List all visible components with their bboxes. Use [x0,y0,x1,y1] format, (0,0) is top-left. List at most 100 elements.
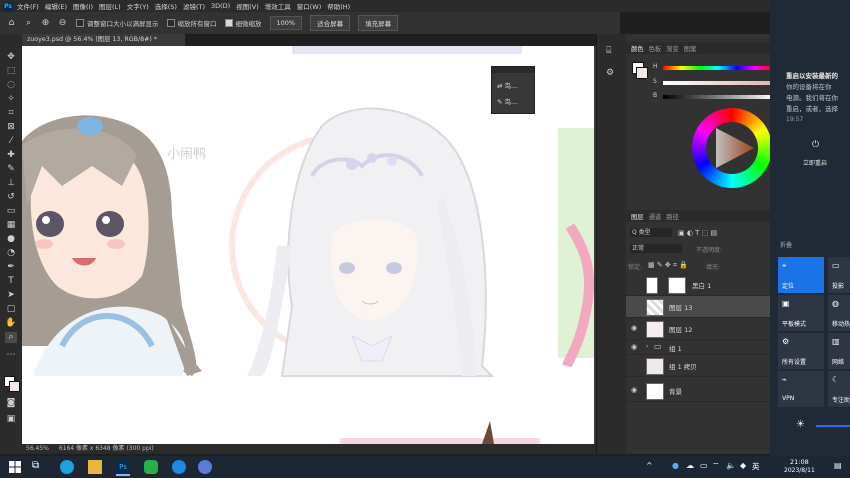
menu-type[interactable]: 文字(Y) [127,1,149,11]
wifi-icon[interactable]: ⌔ [712,461,720,471]
brightness-slider[interactable] [816,425,850,427]
layer-row[interactable]: 黑白 1 [626,274,770,296]
menu-file[interactable]: 文件(F) [17,1,39,11]
eyedropper-tool-icon[interactable]: ⁄ [5,136,17,147]
clock-time[interactable]: 21:08 [790,458,809,466]
edge-browser-icon[interactable] [60,460,74,474]
zoom-tool-icon[interactable]: ⌕ [5,332,17,343]
visibility-eye-icon[interactable]: ◉ [631,343,637,351]
quick-action-hotspot[interactable]: ◍ 移动热 [828,295,850,331]
home-icon[interactable]: ⌂ [6,18,17,29]
document-tab[interactable]: zuoye3.psd @ 56.4% (图层 13, RGB/8#) * [22,34,185,46]
menu-image[interactable]: 图像(I) [73,1,93,11]
screen-mode-icon[interactable]: ▣ [5,414,17,425]
lasso-tool-icon[interactable]: ◌ [5,80,17,91]
quick-action-vpn[interactable]: ⌁ VPN [778,371,824,407]
quick-action-location[interactable]: ⌖ 定位 [778,257,824,293]
tab-layers[interactable]: 图层 [631,212,644,221]
saturation-slider[interactable] [663,81,773,85]
hand-tool-icon[interactable]: ✋ [5,318,17,329]
magic-wand-tool-icon[interactable]: ✧ [5,94,17,105]
menu-help[interactable]: 帮助(H) [327,1,350,11]
quick-action-project[interactable]: ▭ 投影 [828,257,850,293]
cloud-icon[interactable]: ☁ [686,461,694,470]
gradient-tool-icon[interactable]: ▦ [5,220,17,231]
layer-row[interactable]: ◉ 图层 12 [626,318,770,340]
photoshop-logo-icon[interactable]: Ps [3,1,13,11]
power-icon[interactable]: ⏻ [812,140,819,150]
zoom-in-icon[interactable]: ⊕ [40,18,51,29]
menu-plugins[interactable]: 增效工具 [265,1,291,11]
dodge-tool-icon[interactable]: ◔ [5,248,17,259]
visibility-eye-icon[interactable]: ◉ [631,324,637,332]
task-view-icon[interactable]: ⧉ [32,460,46,474]
layer-kind-filter[interactable]: Q 类型 [630,228,672,237]
brightness-slider[interactable] [663,95,773,99]
layer-row-selected[interactable]: 图层 13 [626,296,770,318]
zoom-out-icon[interactable]: ⊖ [57,18,68,29]
color-triangle[interactable] [706,122,758,174]
tab-color[interactable]: 颜色 [631,44,644,53]
quick-mask-icon[interactable]: ◙ [5,398,17,409]
pen-tool-icon[interactable]: ✒ [5,262,17,273]
chevron-up-icon[interactable]: ^ [646,461,653,470]
browser-app-icon[interactable] [198,460,212,474]
file-explorer-icon[interactable] [88,460,102,474]
menu-select[interactable]: 选择(S) [155,1,177,11]
blur-tool-icon[interactable]: ● [5,234,17,245]
crop-tool-icon[interactable]: ⌗ [5,108,17,119]
menu-layer[interactable]: 图层(L) [99,1,121,11]
zoom-100-button[interactable]: 100% [269,16,303,30]
menu-filter[interactable]: 滤镜(T) [183,1,205,11]
chevron-right-icon[interactable]: › [646,343,648,350]
scrubby-zoom-checkbox[interactable]: 细微缩放 [224,18,262,28]
history-panel-icon[interactable]: ⌸ [606,46,611,56]
tray-icon[interactable]: ◆ [740,461,746,470]
eraser-tool-icon[interactable]: ▭ [5,206,17,217]
history-brush-tool-icon[interactable]: ↺ [5,192,17,203]
quick-action-settings[interactable]: ⚙ 所有设置 [778,333,824,369]
wechat-icon[interactable] [144,460,158,474]
volume-icon[interactable]: 🔈 [726,461,736,470]
marquee-tool-icon[interactable]: ⬚ [5,66,17,77]
layer-group-row[interactable]: 组 1 拷贝 [626,355,770,377]
restart-now-button[interactable]: 立即重启 [803,158,827,167]
collapse-link[interactable]: 折叠 [780,240,792,249]
action-row-2[interactable]: ✎ 鸟... [497,96,517,106]
windows-start-icon[interactable] [8,460,22,474]
tab-channels[interactable]: 通道 [649,212,662,221]
path-selection-tool-icon[interactable]: ➤ [5,290,17,301]
action-row-1[interactable]: ⇄ 鸟... [497,80,517,90]
tab-patterns[interactable]: 图案 [684,44,697,53]
quick-action-focus[interactable]: ☾ 专注助 [828,371,850,407]
more-tools-icon[interactable]: ⋯ [5,350,17,361]
healing-brush-tool-icon[interactable]: ✚ [5,150,17,161]
tab-paths[interactable]: 路径 [666,212,679,221]
frame-tool-icon[interactable]: ⊠ [5,122,17,133]
status-zoom[interactable]: 56.45% [26,445,49,452]
background-color-swatch[interactable] [9,381,20,392]
stamp-tool-icon[interactable]: ⊥ [5,178,17,189]
photoshop-taskbar-icon[interactable]: Ps [116,460,130,476]
app-icon[interactable] [172,460,186,474]
notification-icon[interactable]: ▤ [834,461,842,470]
battery-icon[interactable]: ▭ [700,461,708,470]
layer-row[interactable]: ◉ 背景 [626,380,770,402]
input-method-indicator[interactable]: 英 [752,461,760,472]
tab-gradients[interactable]: 渐变 [666,44,679,53]
move-tool-icon[interactable]: ✥ [5,52,17,63]
visibility-eye-icon[interactable]: ◉ [631,386,637,394]
resize-windows-checkbox[interactable]: 调整窗口大小以满屏显示 [76,18,159,28]
menu-window[interactable]: 窗口(W) [297,1,322,11]
fill-screen-button[interactable]: 填充屏幕 [358,15,399,31]
zoom-all-windows-checkbox[interactable]: 缩放所有窗口 [166,18,217,28]
panel-header[interactable] [492,67,534,73]
rectangle-tool-icon[interactable]: ▢ [5,304,17,315]
quick-action-tablet[interactable]: ▣ 平板模式 [778,295,824,331]
blend-mode-select[interactable]: 正常 [630,244,682,253]
menu-3d[interactable]: 3D(D) [211,2,230,10]
tab-swatches[interactable]: 色板 [649,44,662,53]
menu-view[interactable]: 视图(V) [236,1,259,11]
hue-slider[interactable] [663,66,773,70]
menu-edit[interactable]: 编辑(E) [45,1,67,11]
